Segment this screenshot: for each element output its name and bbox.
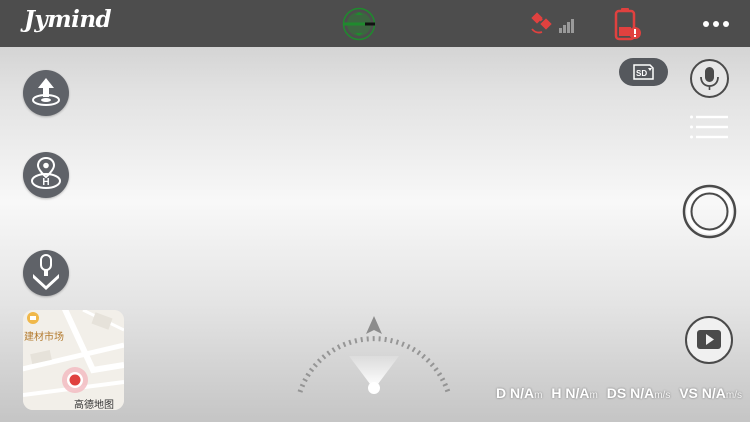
svg-text:H: H	[42, 177, 49, 188]
height-unit: m	[589, 390, 598, 401]
distance-unit: m	[534, 390, 543, 401]
battery-warning-icon[interactable]	[613, 7, 643, 41]
takeoff-icon	[32, 78, 60, 106]
map-poi-label: 建材市场	[24, 332, 64, 343]
vertical-speed-value: N/A	[701, 385, 726, 401]
gimbal-level-icon[interactable]	[341, 6, 377, 42]
distance-value: N/A	[510, 385, 535, 401]
shutter-icon	[682, 184, 737, 239]
mini-map[interactable]: 建材市场 高德地图	[23, 310, 124, 410]
satellite-signal-icon[interactable]	[530, 11, 578, 35]
landing-icon	[33, 254, 59, 290]
sd-label: SD	[636, 69, 647, 78]
more-dots-icon[interactable]	[700, 14, 732, 34]
shutter-button[interactable]	[682, 184, 737, 239]
telemetry-bar: D N/Am H N/Am DS N/Am/s VS N/Am/s	[496, 385, 747, 405]
compass-indicator	[292, 312, 456, 408]
vertical-speed-unit: m/s	[725, 390, 743, 401]
landing-button[interactable]	[23, 250, 69, 296]
playback-icon	[697, 330, 721, 349]
horizontal-speed-label: DS	[606, 385, 627, 401]
vertical-speed-label: VS	[679, 385, 698, 401]
map-provider-logo: 高德地图	[74, 400, 114, 410]
sd-card-button[interactable]: SD	[619, 58, 668, 86]
brand-logo: Jymind	[24, 6, 112, 33]
drone-location-icon	[62, 367, 88, 393]
takeoff-button[interactable]	[23, 70, 69, 116]
height-label: H	[551, 385, 562, 401]
height-value: N/A	[565, 385, 590, 401]
top-status-bar: Jymind	[0, 0, 750, 47]
menu-list-icon[interactable]	[689, 114, 729, 140]
distance-label: D	[496, 385, 507, 401]
playback-button[interactable]	[685, 316, 733, 364]
return-home-icon: H	[31, 156, 61, 189]
microphone-button[interactable]	[690, 59, 729, 98]
return-home-button[interactable]: H	[23, 152, 69, 198]
microphone-icon	[700, 67, 719, 90]
horizontal-speed-value: N/A	[630, 385, 655, 401]
horizontal-speed-unit: m/s	[654, 390, 671, 401]
